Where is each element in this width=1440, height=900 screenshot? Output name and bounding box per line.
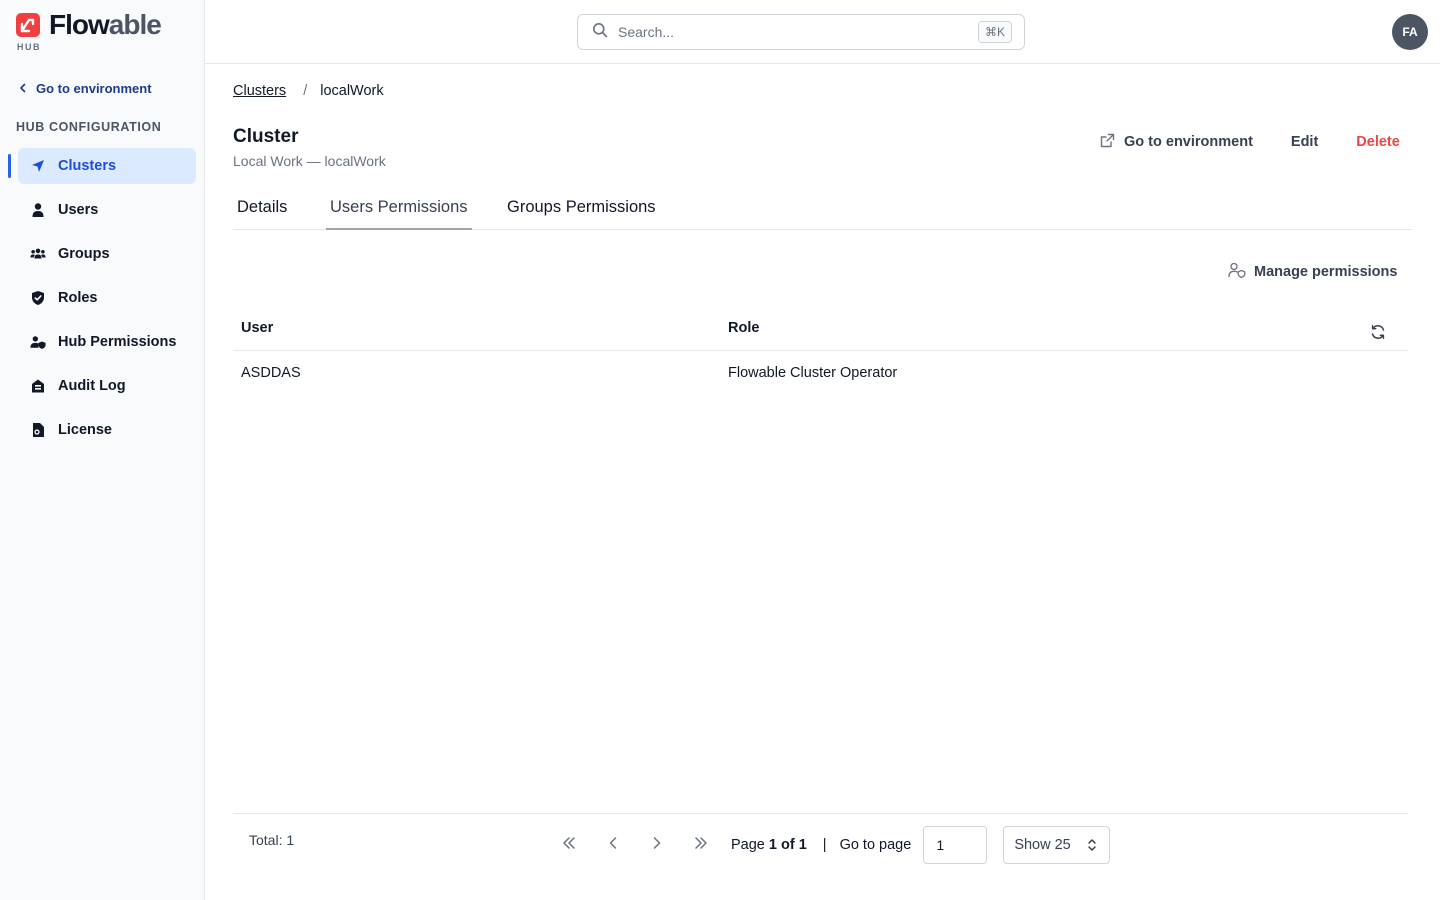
- sidebar-item-clusters[interactable]: Clusters: [8, 148, 196, 184]
- page-value: 1 of 1: [768, 837, 807, 853]
- pagination-divider: |: [822, 837, 827, 853]
- audit-icon: [30, 378, 46, 394]
- user-permissions-icon: [1228, 262, 1246, 282]
- edit-button[interactable]: Edit: [1291, 134, 1318, 150]
- page-indicator: Page 1 of 1: [731, 837, 807, 853]
- user-icon: [30, 202, 46, 218]
- sidebar-item-label: Users: [58, 202, 99, 218]
- sidebar-item-label: License: [58, 422, 112, 438]
- chevron-left-icon: [608, 836, 618, 854]
- sidebar-item-hub-permissions[interactable]: Hub Permissions: [18, 324, 196, 360]
- hub-configuration-heading: HUB CONFIGURATION: [16, 120, 162, 134]
- breadcrumb-separator: /: [303, 83, 308, 99]
- tab-details[interactable]: Details: [233, 193, 292, 230]
- sidebar-item-groups[interactable]: Groups: [18, 236, 196, 272]
- manage-permissions-label: Manage permissions: [1254, 264, 1398, 280]
- breadcrumb-current: localWork: [320, 83, 384, 99]
- tab-groups-permissions[interactable]: Groups Permissions: [503, 193, 660, 230]
- last-page-button[interactable]: [687, 831, 715, 859]
- page-size-value: Show 25: [1014, 837, 1071, 853]
- pagination-controls: Page 1 of 1 | Go to page Show 25: [555, 826, 1111, 864]
- total-count: Total: 1: [249, 832, 295, 848]
- refresh-icon[interactable]: [1370, 324, 1386, 340]
- cell-role: Flowable Cluster Operator: [728, 365, 898, 381]
- search-placeholder: Search...: [618, 24, 675, 40]
- manage-permissions-button[interactable]: Manage permissions: [1228, 262, 1397, 282]
- breadcrumb-clusters-link[interactable]: Clusters: [233, 83, 286, 99]
- table-header: User Role: [233, 310, 1408, 351]
- sidebar-item-label: Audit Log: [58, 378, 126, 394]
- sidebar: Flowable HUB Go to environment HUB CONFI…: [0, 0, 205, 900]
- go-to-environment-label: Go to environment: [36, 80, 152, 96]
- flowable-logo-icon: [16, 13, 40, 37]
- page-size-select[interactable]: Show 25: [1003, 826, 1111, 864]
- chevrons-right-icon: [693, 836, 709, 854]
- sidebar-nav: Clusters Users Groups Roles Hub Permissi…: [8, 148, 196, 456]
- sidebar-item-label: Clusters: [58, 158, 117, 174]
- page-title: Cluster: [233, 126, 299, 147]
- user-avatar[interactable]: FA: [1392, 14, 1428, 50]
- sidebar-item-roles[interactable]: Roles: [18, 280, 196, 316]
- table-row[interactable]: ASDDAS Flowable Cluster Operator: [233, 351, 1408, 395]
- license-icon: [30, 422, 46, 438]
- pagination-footer: Total: 1 Page 1 of 1 | Go to page Sho: [233, 813, 1408, 877]
- page-prefix: Page: [731, 837, 769, 853]
- first-page-button[interactable]: [555, 831, 583, 859]
- chevron-up-down-icon: [1087, 837, 1097, 857]
- search-shortcut-badge: ⌘K: [977, 21, 1012, 43]
- chevrons-left-icon: [561, 836, 577, 854]
- search-input[interactable]: Search... ⌘K: [577, 14, 1025, 50]
- go-to-environment-label: Go to environment: [1124, 134, 1253, 150]
- go-to-environment-button[interactable]: Go to environment: [1100, 133, 1253, 152]
- page-subtitle: Local Work — localWork: [233, 153, 386, 169]
- sidebar-item-label: Groups: [58, 246, 110, 262]
- chevron-left-icon: [18, 81, 28, 96]
- cell-user: ASDDAS: [241, 365, 301, 381]
- chevron-right-icon: [652, 836, 662, 854]
- next-page-button[interactable]: [643, 831, 671, 859]
- logo-subtitle: HUB: [17, 42, 41, 52]
- column-header-user[interactable]: User: [241, 320, 273, 336]
- go-to-page-label: Go to page: [839, 837, 912, 853]
- groups-icon: [30, 246, 46, 262]
- sidebar-item-audit-log[interactable]: Audit Log: [18, 368, 196, 404]
- sidebar-item-users[interactable]: Users: [18, 192, 196, 228]
- previous-page-button[interactable]: [599, 831, 627, 859]
- permissions-table: User Role ASDDAS Flowable Cluster Operat…: [233, 310, 1408, 395]
- sidebar-item-label: Hub Permissions: [58, 334, 177, 350]
- top-bar: Search... ⌘K FA: [205, 0, 1440, 64]
- cluster-icon: [30, 158, 46, 174]
- breadcrumb: Clusters / localWork: [233, 81, 384, 101]
- logo-wordmark: Flowable: [49, 9, 162, 40]
- sidebar-item-license[interactable]: License: [18, 412, 196, 448]
- delete-button[interactable]: Delete: [1356, 134, 1400, 150]
- tab-bar: Details Users Permissions Groups Permiss…: [233, 193, 1412, 230]
- tab-users-permissions[interactable]: Users Permissions: [326, 193, 472, 230]
- user-shield-icon: [30, 334, 46, 350]
- search-icon: [592, 22, 608, 43]
- sidebar-item-label: Roles: [58, 290, 98, 306]
- shield-icon: [30, 290, 46, 306]
- go-to-page-input[interactable]: [923, 826, 988, 864]
- go-to-environment-link[interactable]: Go to environment: [18, 78, 152, 98]
- flowable-hub-logo[interactable]: Flowable HUB: [16, 9, 196, 52]
- external-link-icon: [1100, 133, 1115, 152]
- column-header-role[interactable]: Role: [728, 320, 759, 336]
- page-actions: Go to environment Edit Delete: [1100, 131, 1400, 153]
